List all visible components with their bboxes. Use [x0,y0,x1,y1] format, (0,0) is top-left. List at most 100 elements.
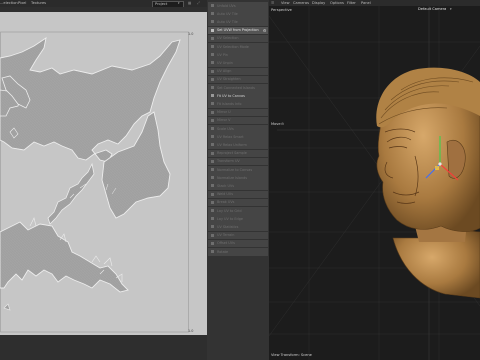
tool-item[interactable]: UV Unpin [208,59,268,67]
tool-item-label: UV Pin [217,52,228,57]
tool-icon [211,20,214,24]
tool-item-label: Unfold UVs [217,3,236,8]
tool-item[interactable]: Break UVs [208,198,268,207]
menu-pixel[interactable]: Pixel [18,1,26,5]
tool-icon [211,12,214,16]
tool-item[interactable]: Transform UV [208,157,268,166]
tool-icon [211,159,214,163]
tool-item-label: Stack UVs [217,183,235,188]
tool-item[interactable]: Fit UV to Canvas [208,92,268,100]
tool-item[interactable]: Auto UV Tile [208,18,268,26]
tool-item[interactable]: UV Pin [208,51,268,59]
viewport-view-name: Perspective [271,8,292,12]
uv-label-bottom-right: 1.0 [188,329,194,333]
tool-icon [211,143,214,147]
menu-view[interactable]: View [281,1,290,5]
menu-display[interactable]: Display [312,1,325,5]
tool-item[interactable]: UV Terrain [208,231,268,240]
tool-item-label: Normalize Islands [217,175,248,180]
tool-item[interactable]: Unfold UVs [208,2,268,10]
tool-icon [211,184,214,188]
tool-item[interactable]: Set Connected Islands [208,84,268,92]
tool-item-label: Break UVs [217,200,235,205]
tool-item[interactable]: Lay UV to Edge [208,215,268,223]
camera-label[interactable]: Default Camera [418,7,446,11]
tool-icon [211,225,214,229]
tool-options-icon[interactable]: ⚙ [263,28,267,33]
tool-icon [211,200,214,204]
uv-canvas[interactable]: 1.0 1.0 [0,12,207,335]
tool-item[interactable]: Fit Islands Info [208,100,268,108]
menu-selection[interactable]: ...election [0,1,18,5]
tool-item-label: Rotate [217,249,229,254]
tool-item[interactable]: Stack UVs [208,182,268,190]
tool-item[interactable]: UV Relax Smart [208,133,268,141]
tool-item-label: Reproject Sample [217,151,247,156]
tool-item-label: UV Selection [217,36,239,41]
tool-icon [211,102,214,106]
3d-viewport[interactable]: Perspective Default Camera ▾ Move ⚙ View… [269,6,480,360]
tool-icon [211,192,214,196]
tool-item-label: UV Selection Mode [217,44,249,49]
tool-icon [211,209,214,212]
tool-icon [211,110,214,114]
menu-panel[interactable]: Panel [361,1,371,5]
expand-icon[interactable]: ⤢ [197,1,200,5]
tool-icon [211,86,214,89]
camera-dropdown-icon[interactable]: ▾ [450,7,452,11]
tool-item[interactable]: UV Align [208,67,268,76]
menu-textures[interactable]: Textures [31,1,46,5]
tool-item[interactable]: Normalize to Canvas [208,166,268,174]
tool-item-label: Transform UV [217,159,240,164]
move-settings-icon[interactable]: ⚙ [281,122,284,126]
tool-icon [211,61,214,65]
tool-item[interactable]: Mirror V [208,116,268,125]
menu-filter[interactable]: Filter [347,1,356,5]
tool-item[interactable]: UV Selection [208,34,268,43]
viewport-settings-icon[interactable]: ☰ [271,1,274,5]
move-label: Move [271,122,281,126]
menu-cameras[interactable]: Cameras [293,1,309,5]
tool-item[interactable]: Rotate [208,248,268,256]
uv-tool-list: Unfold UVs Auto UV Tile Auto UV Tile Set UV… [207,0,269,360]
tool-icon [211,241,214,245]
tool-icon [211,28,214,32]
tool-icon [211,151,214,155]
tool-icon [211,45,214,48]
tool-item-label: Scale UVs [217,126,234,131]
uv-menubar: ...election Pixel Textures Project ▾ ▦ ⤢ [0,0,207,8]
tool-item-label: Set Connected Islands [217,85,255,90]
tool-item-label: Mirror U [217,110,231,115]
tool-item[interactable]: Reproject Sample [208,149,268,158]
project-dropdown-value: Project [155,1,168,6]
tool-item-label: Auto UV Tile [217,19,238,24]
tool-icon [211,135,214,139]
tool-item-label: Lay UV to Grid [217,208,242,213]
tool-icon [211,77,214,81]
viewport-scene [269,6,480,360]
tool-item[interactable]: Offset UVs [208,239,268,248]
menu-options[interactable]: Options [330,1,344,5]
tool-item[interactable]: Scale UVs [208,125,268,133]
tool-item[interactable]: UV Statistics [208,223,268,231]
tool-icon [211,69,214,73]
tool-item[interactable]: UV Selection Mode [208,43,268,51]
tool-item[interactable]: Mirror U [208,108,268,117]
tool-icon [211,4,214,7]
tool-item[interactable]: Normalize Islands [208,174,268,182]
viewport-status: View Transform: Scene [271,353,312,357]
tool-item[interactable]: Auto UV Tile [208,10,268,18]
tool-item[interactable]: Set UVW from Projection ⚙ [208,26,268,35]
tool-item-label: UV Relax Uniform [217,142,247,147]
tool-item-label: Mirror V [217,118,231,123]
grid-icon[interactable]: ▦ [188,1,191,5]
tool-item-label: Weld UVs [217,192,233,197]
tool-item[interactable]: Weld UVs [208,190,268,199]
tool-item-label: UV Unpin [217,60,233,65]
tool-item[interactable]: Lay UV to Grid [208,207,268,215]
tool-item[interactable]: UV Relax Uniform [208,141,268,149]
chevron-down-icon: ▾ [178,1,180,6]
tool-item-label: UV Relax Smart [217,134,244,139]
tool-item[interactable]: UV Straighten [208,75,268,84]
tool-icon [211,250,214,253]
